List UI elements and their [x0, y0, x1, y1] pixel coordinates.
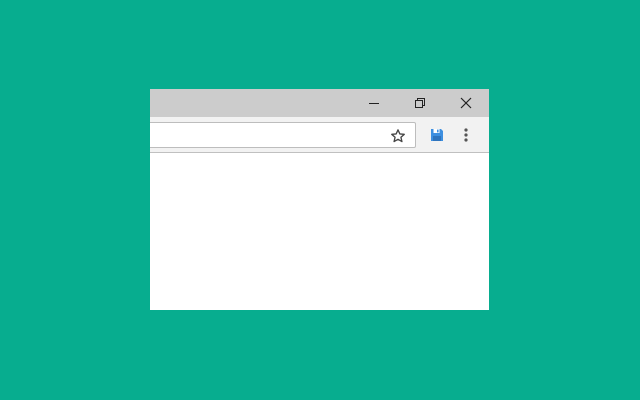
- browser-toolbar: [150, 117, 489, 153]
- floppy-disk-icon: [431, 129, 443, 141]
- title-bar[interactable]: [150, 89, 489, 117]
- address-bar[interactable]: [150, 122, 416, 148]
- bookmark-star-button[interactable]: [389, 127, 407, 145]
- close-icon: [460, 97, 472, 109]
- close-button[interactable]: [443, 89, 489, 117]
- page-content[interactable]: [150, 153, 489, 310]
- browser-window: [150, 89, 489, 310]
- star-icon: [391, 129, 405, 143]
- minimize-icon: [369, 103, 379, 104]
- vertical-dots-icon: [464, 128, 468, 142]
- minimize-button[interactable]: [351, 89, 397, 117]
- restore-button[interactable]: [397, 89, 443, 117]
- save-extension-button[interactable]: [427, 125, 447, 145]
- restore-icon: [415, 98, 425, 108]
- browser-menu-button[interactable]: [458, 125, 474, 145]
- address-input[interactable]: [155, 123, 375, 147]
